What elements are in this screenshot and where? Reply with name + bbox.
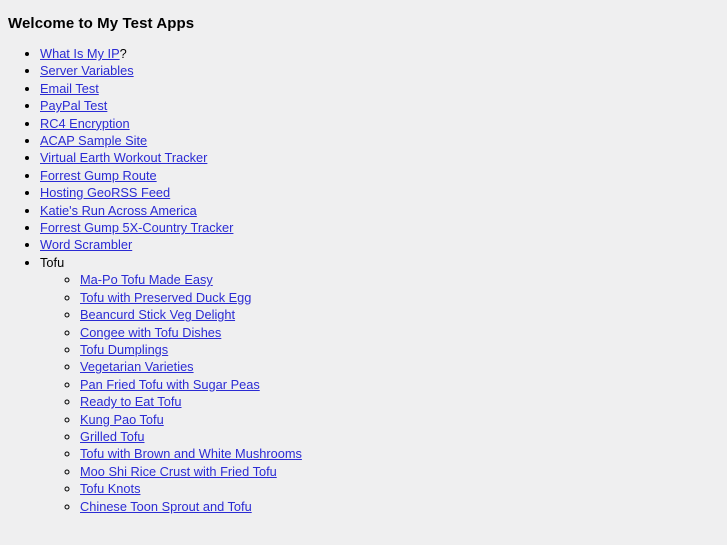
app-link-server-variables[interactable]: Server Variables [40, 63, 134, 78]
app-link-acap-sample-site[interactable]: ACAP Sample Site [40, 133, 147, 148]
sub-list-item: Beancurd Stick Veg Delight [80, 306, 302, 323]
tofu-link-moo-shi-rice-crust-with-fried-tofu[interactable]: Moo Shi Rice Crust with Fried Tofu [80, 464, 277, 479]
sub-list-item: Ma-Po Tofu Made Easy [80, 271, 302, 288]
list-item: Forrest Gump 5X-Country Tracker [40, 219, 302, 236]
app-link-rc4-encryption[interactable]: RC4 Encryption [40, 116, 130, 131]
sub-list-item: Pan Fried Tofu with Sugar Peas [80, 376, 302, 393]
list-item: Katie's Run Across America [40, 202, 302, 219]
tofu-link-congee-with-tofu-dishes[interactable]: Congee with Tofu Dishes [80, 325, 221, 340]
tofu-link-pan-fried-tofu-with-sugar-peas[interactable]: Pan Fried Tofu with Sugar Peas [80, 377, 260, 392]
sub-list-item: Moo Shi Rice Crust with Fried Tofu [80, 463, 302, 480]
sub-list-item: Tofu Dumplings [80, 341, 302, 358]
sub-list-item: Kung Pao Tofu [80, 411, 302, 428]
tofu-link-tofu-dumplings[interactable]: Tofu Dumplings [80, 342, 168, 357]
list-item: Hosting GeoRSS Feed [40, 184, 302, 201]
sub-list-item: Tofu Knots [80, 480, 302, 497]
sub-list-item: Tofu with Preserved Duck Egg [80, 289, 302, 306]
sub-list-item: Grilled Tofu [80, 428, 302, 445]
tofu-link-chinese-toon-sprout-and-tofu[interactable]: Chinese Toon Sprout and Tofu [80, 499, 252, 514]
list-item: Word Scrambler [40, 236, 302, 253]
list-item: Virtual Earth Workout Tracker [40, 149, 302, 166]
app-link-list: What Is My IP?Server VariablesEmail Test… [0, 45, 302, 515]
tofu-link-vegetarian-varieties[interactable]: Vegetarian Varieties [80, 359, 194, 374]
tofu-link-beancurd-stick-veg-delight[interactable]: Beancurd Stick Veg Delight [80, 307, 235, 322]
tofu-link-tofu-with-brown-and-white-mushrooms[interactable]: Tofu with Brown and White Mushrooms [80, 446, 302, 461]
tofu-link-tofu-knots[interactable]: Tofu Knots [80, 481, 140, 496]
app-link-word-scrambler[interactable]: Word Scrambler [40, 237, 132, 252]
list-item: Email Test [40, 80, 302, 97]
list-item: RC4 Encryption [40, 115, 302, 132]
tofu-link-ready-to-eat-tofu[interactable]: Ready to Eat Tofu [80, 394, 182, 409]
list-item-label-tofu: Tofu [40, 254, 65, 270]
sub-list-item: Tofu with Brown and White Mushrooms [80, 445, 302, 462]
list-item: What Is My IP? [40, 45, 302, 62]
app-link-forrest-gump-route[interactable]: Forrest Gump Route [40, 168, 157, 183]
list-item: Tofu Ma-Po Tofu Made Easy Tofu with Preser… [40, 254, 302, 515]
page-title: Welcome to My Test Apps [8, 15, 195, 32]
app-link-what-is-my-ip[interactable]: What Is My IP [40, 46, 120, 61]
app-link-forrest-gump-5x-country-tracker[interactable]: Forrest Gump 5X-Country Tracker [40, 220, 233, 235]
sub-list-item: Ready to Eat Tofu [80, 393, 302, 410]
sub-list-item: Congee with Tofu Dishes [80, 324, 302, 341]
list-item: ACAP Sample Site [40, 132, 302, 149]
sub-list-item: Vegetarian Varieties [80, 358, 302, 375]
tofu-link-tofu-with-preserved-duck-egg[interactable]: Tofu with Preserved Duck Egg [80, 290, 251, 305]
sub-list-item: Chinese Toon Sprout and Tofu [80, 498, 302, 515]
app-link-email-test[interactable]: Email Test [40, 81, 99, 96]
tofu-link-ma-po-tofu-made-easy[interactable]: Ma-Po Tofu Made Easy [80, 272, 213, 287]
list-item-suffix: ? [119, 46, 127, 61]
tofu-sub-list: Ma-Po Tofu Made Easy Tofu with Preserved … [40, 271, 302, 515]
tofu-link-kung-pao-tofu[interactable]: Kung Pao Tofu [80, 412, 164, 427]
list-item: Forrest Gump Route [40, 167, 302, 184]
tofu-link-grilled-tofu[interactable]: Grilled Tofu [80, 429, 145, 444]
list-item: PayPal Test [40, 97, 302, 114]
app-link-virtual-earth-workout-tracker[interactable]: Virtual Earth Workout Tracker [40, 150, 207, 165]
app-link-paypal-test[interactable]: PayPal Test [40, 98, 107, 113]
list-item: Server Variables [40, 62, 302, 79]
page-root: Welcome to My Test Apps What Is My IP?Se… [0, 0, 727, 545]
app-link-katie-s-run-across-america[interactable]: Katie's Run Across America [40, 203, 197, 218]
app-link-hosting-georss-feed[interactable]: Hosting GeoRSS Feed [40, 185, 170, 200]
